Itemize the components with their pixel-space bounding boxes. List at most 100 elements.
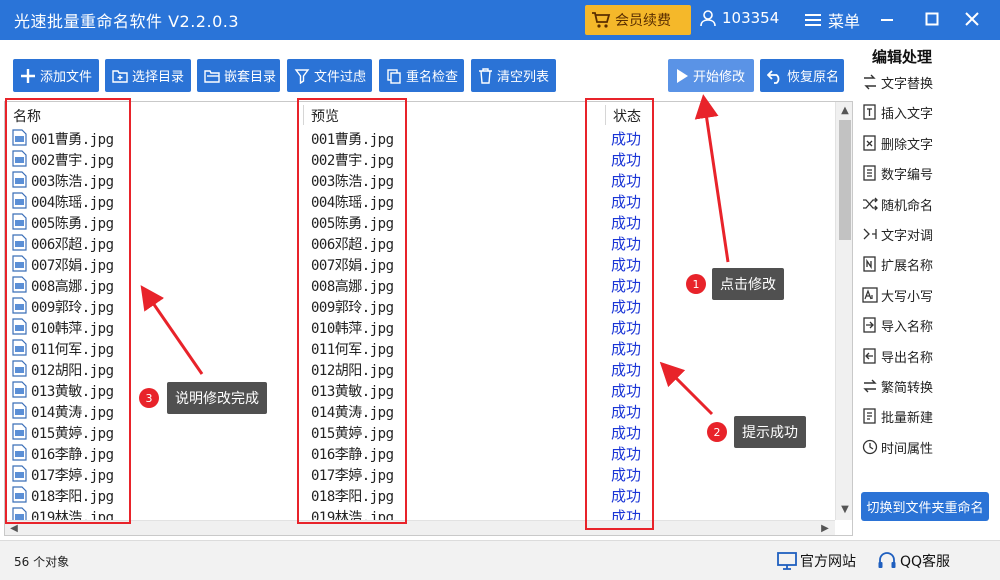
highlight-preview-column: [297, 98, 407, 524]
side-menu-item[interactable]: 删除文字: [862, 132, 933, 154]
restore-name-button[interactable]: 恢复原名: [760, 59, 844, 92]
side-menu-label: 文字对调: [881, 228, 934, 244]
scroll-down-icon[interactable]: ▼: [839, 504, 851, 516]
annotation-badge-3: 3: [139, 388, 159, 408]
side-menu-label: 数字编号: [881, 167, 934, 183]
vip-label: 会员续费: [615, 13, 671, 29]
extension-icon: [863, 256, 876, 272]
side-menu-label: 删除文字: [881, 137, 934, 153]
swap-icon: [864, 74, 876, 90]
user-account[interactable]: 103354: [699, 9, 779, 27]
side-menu-item[interactable]: 导入名称: [862, 314, 933, 336]
side-menu-item[interactable]: 导出名称: [862, 345, 933, 367]
delete-text-icon: [863, 135, 876, 151]
undo-icon: [767, 69, 780, 84]
switch-to-folder-rename-button[interactable]: 切换到文件夹重命名: [861, 492, 989, 521]
scroll-up-icon[interactable]: ▲: [839, 105, 851, 117]
side-menu-label: 时间属性: [881, 441, 934, 457]
dup-check-button[interactable]: 重名检查: [379, 59, 464, 92]
restore-name-label: 恢复原名: [787, 70, 840, 85]
convert-icon: [863, 379, 877, 393]
dup-check-label: 重名检查: [406, 70, 459, 85]
official-website-link[interactable]: 官方网站: [777, 551, 856, 571]
annotation-badge-2: 2: [707, 422, 727, 442]
headset-icon: [878, 552, 896, 568]
scroll-left-icon[interactable]: ◀: [8, 523, 20, 535]
side-menu-label: 扩展名称: [881, 258, 934, 274]
monitor-icon: [777, 552, 797, 570]
number-icon: [863, 165, 876, 181]
maximize-icon: [925, 12, 939, 26]
user-icon: [700, 10, 716, 27]
menu-button[interactable]: 菜单: [805, 8, 860, 32]
nested-dir-label: 嵌套目录: [224, 70, 277, 85]
annotation-badge-1: 1: [686, 274, 706, 294]
side-menu-item[interactable]: 随机命名: [862, 193, 933, 215]
side-menu-item[interactable]: 时间属性: [862, 436, 933, 458]
annotation-callout-3: 说明修改完成: [167, 382, 267, 414]
clear-list-label: 清空列表: [497, 70, 550, 85]
highlight-name-column: [5, 98, 131, 524]
side-menu-label: 繁简转换: [881, 380, 934, 396]
add-file-button[interactable]: 添加文件: [13, 59, 99, 92]
user-id: 103354: [722, 9, 780, 27]
trash-icon: [479, 67, 492, 84]
side-menu-item[interactable]: 繁简转换: [862, 375, 933, 397]
vip-renew-button[interactable]: 会员续费: [585, 5, 691, 35]
close-button[interactable]: [960, 8, 984, 30]
side-menu-label: 大写小写: [881, 289, 934, 305]
minimize-button[interactable]: [875, 8, 899, 30]
start-modify-button[interactable]: 开始修改: [668, 59, 754, 92]
side-menu-item[interactable]: 大写小写: [862, 284, 933, 306]
clock-icon: [862, 439, 878, 455]
filter-icon: [294, 68, 310, 84]
exchange-icon: [863, 228, 877, 240]
scroll-right-icon[interactable]: ▶: [819, 523, 831, 535]
import-icon: [863, 317, 876, 333]
side-menu-item[interactable]: 扩展名称: [862, 253, 933, 275]
select-dir-label: 选择目录: [132, 70, 185, 85]
maximize-button[interactable]: [920, 8, 944, 30]
folder-open-icon: [204, 70, 220, 83]
annotation-callout-2: 提示成功: [734, 416, 806, 448]
side-menu-item[interactable]: 文字对调: [862, 223, 933, 245]
batch-new-icon: [863, 408, 876, 424]
case-icon: [862, 287, 878, 303]
hamburger-icon: [805, 14, 821, 26]
scroll-thumb[interactable]: [839, 120, 851, 240]
side-menu-item[interactable]: 文字替换: [862, 71, 933, 93]
side-menu-item[interactable]: 数字编号: [862, 162, 933, 184]
panel-title: 编辑处理: [872, 48, 933, 66]
side-menu-item[interactable]: 批量新建: [862, 405, 933, 427]
side-menu-item[interactable]: 插入文字: [862, 101, 933, 123]
shuffle-icon: [863, 197, 878, 211]
play-icon: [677, 68, 688, 83]
file-list[interactable]: 名称 预览 状态 001曹勇.jpg 001曹勇.jpg 成功 002曹宇.jpg 00…: [4, 101, 853, 536]
menu-label: 菜单: [828, 12, 861, 31]
folder-add-icon: [112, 70, 128, 83]
copy-icon: [387, 68, 401, 84]
file-filter-label: 文件过虑: [314, 70, 367, 85]
qq-service-link[interactable]: QQ客服: [877, 551, 950, 571]
export-icon: [863, 348, 876, 364]
annotation-callout-1: 点击修改: [712, 268, 784, 300]
close-icon: [965, 12, 979, 26]
status-bar: 56 个对象 官方网站 QQ客服: [0, 540, 1000, 580]
select-dir-button[interactable]: 选择目录: [105, 59, 191, 92]
side-menu-label: 导出名称: [881, 350, 934, 366]
side-menu-label: 导入名称: [881, 319, 934, 335]
file-filter-button[interactable]: 文件过虑: [287, 59, 372, 92]
side-menu-label: 文字替换: [881, 76, 934, 92]
app-title: 光速批量重命名软件 V2.2.0.3: [14, 12, 240, 31]
add-file-label: 添加文件: [40, 70, 93, 85]
plus-icon: [21, 68, 35, 83]
highlight-status-column: [585, 98, 654, 530]
insert-text-icon: [863, 104, 876, 120]
clear-list-button[interactable]: 清空列表: [471, 59, 556, 92]
cart-icon: [592, 12, 611, 28]
nested-dir-button[interactable]: 嵌套目录: [197, 59, 280, 92]
side-menu-label: 随机命名: [881, 198, 934, 214]
website-label: 官方网站: [800, 554, 856, 570]
vertical-scrollbar[interactable]: ▲ ▼: [835, 102, 852, 520]
qq-service-label: QQ客服: [900, 554, 951, 570]
